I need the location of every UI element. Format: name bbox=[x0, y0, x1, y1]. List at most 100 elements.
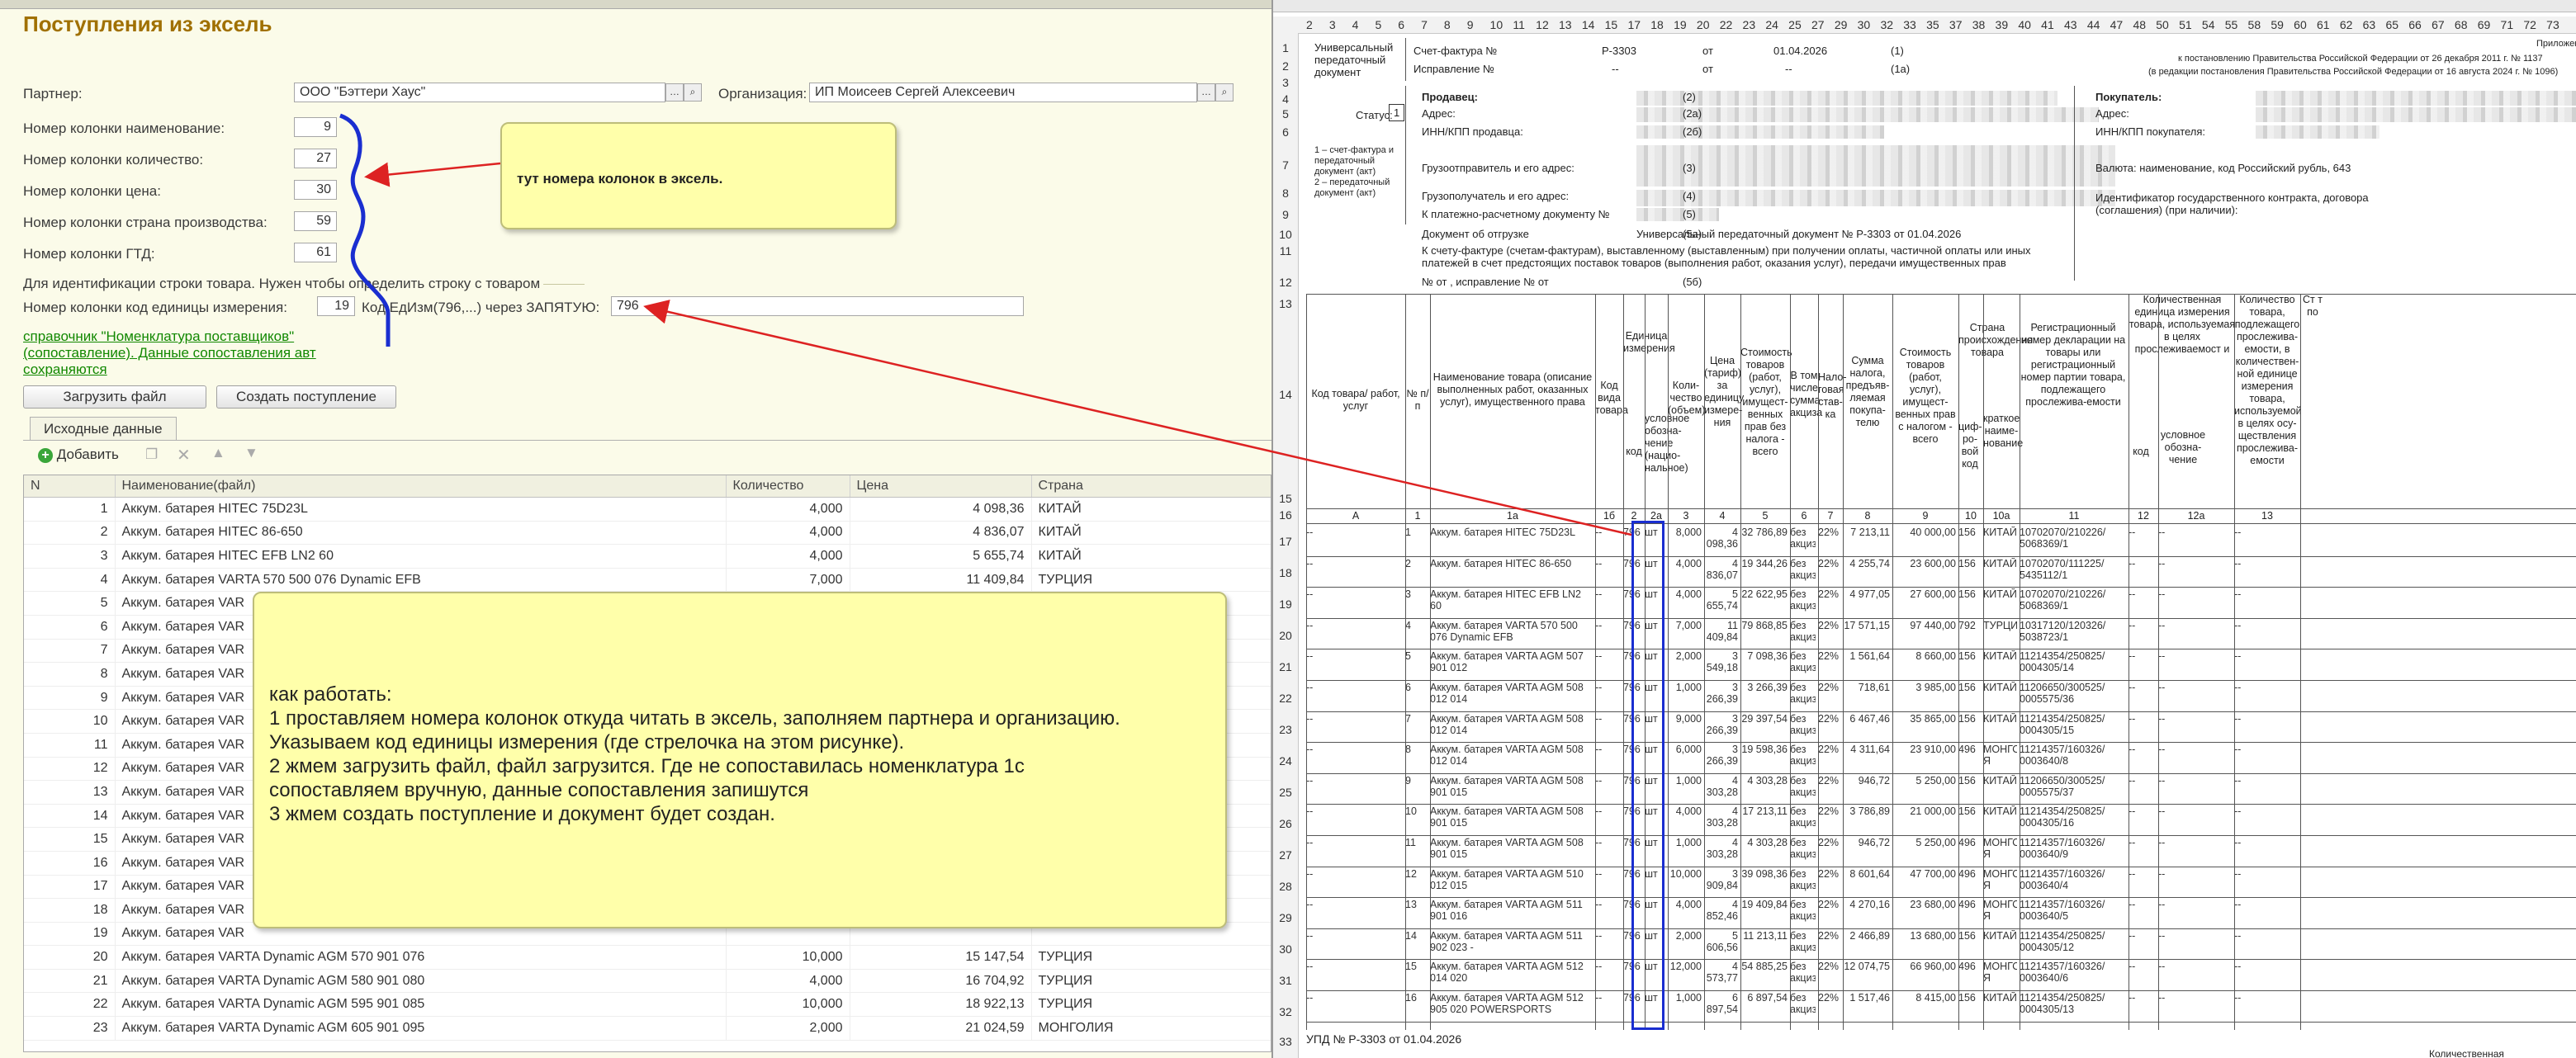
org-field[interactable]: ИП Моисеев Сергей Алексеевич bbox=[809, 83, 1197, 102]
table-row[interactable]: 4 Аккум. батарея VARTA 570 500 076 Dynami… bbox=[24, 568, 1271, 593]
sheet-column-header[interactable]: 63 bbox=[2363, 18, 2376, 31]
invoice-row[interactable]: -- 4 Аккум. батарея VARTA 570 500 076 Dyna… bbox=[1273, 618, 2346, 649]
org-open-icon[interactable]: ⌕ bbox=[1215, 83, 1234, 102]
sheet-column-header[interactable]: 15 bbox=[1605, 18, 1618, 31]
sheet-column-header[interactable]: 2 bbox=[1306, 18, 1313, 31]
sheet-column-header[interactable]: 19 bbox=[1674, 18, 1687, 31]
invoice-row[interactable]: -- 14 Аккум. батарея VARTA AGM 511 902 023… bbox=[1273, 928, 2346, 960]
sheet-column-header[interactable]: 25 bbox=[1788, 18, 1802, 31]
copy-icon[interactable]: ❐ bbox=[145, 446, 158, 463]
invoice-row[interactable]: -- 16 Аккум. батарея VARTA AGM 512 905 020… bbox=[1273, 990, 2346, 1022]
sheet-row-header[interactable]: 11 bbox=[1273, 244, 1298, 257]
sheet-column-header[interactable]: 30 bbox=[1858, 18, 1871, 31]
sheet-column-header[interactable]: 13 bbox=[1559, 18, 1572, 31]
sheet-row-header[interactable]: 13 bbox=[1273, 297, 1298, 310]
sheet-column-header[interactable]: 32 bbox=[1880, 18, 1893, 31]
unit-code-col-field[interactable]: 19 bbox=[317, 296, 355, 316]
sheet-column-header[interactable]: 9 bbox=[1467, 18, 1474, 31]
sheet-column-header[interactable]: 14 bbox=[1582, 18, 1595, 31]
sheet-column-header[interactable]: 48 bbox=[2133, 18, 2146, 31]
table-row[interactable]: 20 Аккум. батарея VARTA Dynamic AGM 570 9… bbox=[24, 945, 1271, 970]
sheet-column-header[interactable]: 60 bbox=[2294, 18, 2307, 31]
column-field-input[interactable]: 61 bbox=[294, 243, 337, 262]
sheet-column-header[interactable]: 44 bbox=[2087, 18, 2100, 31]
add-row-button[interactable]: + Добавить bbox=[38, 446, 119, 463]
sheet-column-header[interactable]: 20 bbox=[1697, 18, 1710, 31]
invoice-row[interactable]: -- 15 Аккум. батарея VARTA AGM 512 014 020… bbox=[1273, 959, 2346, 990]
sheet-row-header[interactable]: 3 bbox=[1273, 76, 1298, 89]
invoice-row[interactable]: -- 10 Аккум. батарея VARTA AGM 508 901 015… bbox=[1273, 804, 2346, 835]
sheet-column-header[interactable]: 37 bbox=[1949, 18, 1963, 31]
sheet-column-header[interactable]: 67 bbox=[2432, 18, 2445, 31]
sheet-row-header[interactable]: 4 bbox=[1273, 92, 1298, 106]
move-down-icon[interactable]: ▼ bbox=[244, 445, 258, 461]
sheet-column-header[interactable]: 7 bbox=[1421, 18, 1428, 31]
invoice-row[interactable]: -- 6 Аккум. батарея VARTA AGM 508 012 014-… bbox=[1273, 680, 2346, 711]
sheet-column-header[interactable]: 39 bbox=[1996, 18, 2009, 31]
grid-column-header[interactable]: Цена bbox=[850, 475, 1032, 498]
grid-column-header[interactable]: Страна bbox=[1031, 475, 1271, 498]
column-field-input[interactable]: 27 bbox=[294, 149, 337, 168]
table-row[interactable]: 3 Аккум. батарея HITEC EFB LN2 60 4,000 5 6… bbox=[24, 544, 1271, 569]
invoice-row[interactable]: -- 5 Аккум. батарея VARTA AGM 507 901 012-… bbox=[1273, 649, 2346, 680]
sheet-column-header[interactable]: 47 bbox=[2110, 18, 2124, 31]
invoice-row[interactable]: -- 13 Аккум. батарея VARTA AGM 511 901 016… bbox=[1273, 897, 2346, 928]
sheet-column-header[interactable]: 38 bbox=[1972, 18, 1986, 31]
sheet-row-header[interactable]: 33 bbox=[1273, 1035, 1298, 1048]
sheet-row-header[interactable]: 10 bbox=[1273, 228, 1298, 241]
sheet-row-header[interactable]: 2 bbox=[1273, 59, 1298, 73]
sheet-column-header[interactable]: 8 bbox=[1444, 18, 1451, 31]
sheet-row-header[interactable]: 1 bbox=[1273, 41, 1298, 54]
sheet-row-header[interactable]: 16 bbox=[1273, 508, 1298, 522]
sheet-column-header[interactable]: 5 bbox=[1375, 18, 1381, 31]
create-receipt-button[interactable]: Создать поступление bbox=[216, 385, 396, 409]
sheet-row-header[interactable]: 6 bbox=[1273, 125, 1298, 139]
sheet-row-header[interactable]: 7 bbox=[1273, 158, 1298, 172]
partner-field[interactable]: ООО "Бэттери Хаус" bbox=[294, 83, 665, 102]
grid-column-header[interactable]: N bbox=[24, 475, 116, 498]
tab-source-data[interactable]: Исходные данные bbox=[30, 417, 177, 440]
sheet-column-header[interactable]: 33 bbox=[1903, 18, 1916, 31]
sheet-column-header[interactable]: 62 bbox=[2340, 18, 2353, 31]
sheet-column-header[interactable]: 23 bbox=[1743, 18, 1756, 31]
table-row[interactable]: 23 Аккум. батарея VARTA Dynamic AGM 605 9… bbox=[24, 1016, 1271, 1041]
sheet-column-header[interactable]: 10 bbox=[1490, 18, 1503, 31]
sheet-column-header[interactable]: 58 bbox=[2248, 18, 2261, 31]
partner-open-icon[interactable]: ⌕ bbox=[684, 83, 702, 102]
column-field-input[interactable]: 59 bbox=[294, 211, 337, 231]
sheet-column-header[interactable]: 17 bbox=[1627, 18, 1641, 31]
sheet-row-header[interactable]: 5 bbox=[1273, 107, 1298, 120]
invoice-row[interactable]: -- 12 Аккум. батарея VARTA AGM 510 012 015… bbox=[1273, 867, 2346, 898]
sheet-row-header[interactable]: 8 bbox=[1273, 187, 1298, 200]
sheet-row-header[interactable]: 9 bbox=[1273, 208, 1298, 221]
sheet-column-header[interactable]: 66 bbox=[2408, 18, 2422, 31]
table-row[interactable]: 1 Аккум. батарея HITEC 75D23L 4,000 4 098,3… bbox=[24, 497, 1271, 522]
sheet-column-header[interactable]: 43 bbox=[2064, 18, 2077, 31]
supplier-nomenclature-link[interactable]: справочник "Номенклатура поставщиков" (с… bbox=[23, 328, 353, 378]
sheet-column-header[interactable]: 72 bbox=[2523, 18, 2536, 31]
invoice-row[interactable]: -- 1 Аккум. батарея HITEC 75D23L -- 796 шт 8,0… bbox=[1273, 525, 2346, 556]
sheet-column-header[interactable]: 4 bbox=[1352, 18, 1359, 31]
org-select-button[interactable]: … bbox=[1197, 83, 1215, 102]
table-row[interactable]: 21 Аккум. батарея VARTA Dynamic AGM 580 9… bbox=[24, 969, 1271, 994]
sheet-column-header[interactable]: 22 bbox=[1720, 18, 1733, 31]
sheet-column-header[interactable]: 40 bbox=[2018, 18, 2031, 31]
sheet-column-header[interactable]: 69 bbox=[2478, 18, 2491, 31]
invoice-row[interactable]: -- 3 Аккум. батарея HITEC EFB LN2 60 -- 796 ш… bbox=[1273, 587, 2346, 618]
sheet-column-header[interactable]: 51 bbox=[2179, 18, 2192, 31]
table-row[interactable]: 2 Аккум. батарея HITEC 86-650 4,000 4 836,0… bbox=[24, 521, 1271, 546]
sheet-column-header[interactable]: 50 bbox=[2156, 18, 2169, 31]
partner-select-button[interactable]: … bbox=[665, 83, 684, 102]
invoice-row[interactable]: -- 7 Аккум. батарея VARTA AGM 508 012 014-… bbox=[1273, 711, 2346, 743]
sheet-row-header[interactable]: 14 bbox=[1273, 388, 1298, 401]
table-row[interactable]: 22 Аккум. батарея VARTA Dynamic AGM 595 9… bbox=[24, 992, 1271, 1018]
sheet-column-header[interactable]: 6 bbox=[1398, 18, 1404, 31]
sheet-column-header[interactable]: 68 bbox=[2455, 18, 2468, 31]
delete-icon[interactable]: ✕ bbox=[177, 445, 191, 465]
load-file-button[interactable]: Загрузить файл bbox=[23, 385, 206, 409]
invoice-row[interactable]: -- 8 Аккум. батарея VARTA AGM 508 012 014-… bbox=[1273, 742, 2346, 773]
sheet-column-header[interactable]: 41 bbox=[2041, 18, 2054, 31]
sheet-column-header[interactable]: 24 bbox=[1765, 18, 1778, 31]
column-field-input[interactable]: 9 bbox=[294, 117, 337, 137]
unit-code-field[interactable]: 796 bbox=[611, 296, 1024, 316]
